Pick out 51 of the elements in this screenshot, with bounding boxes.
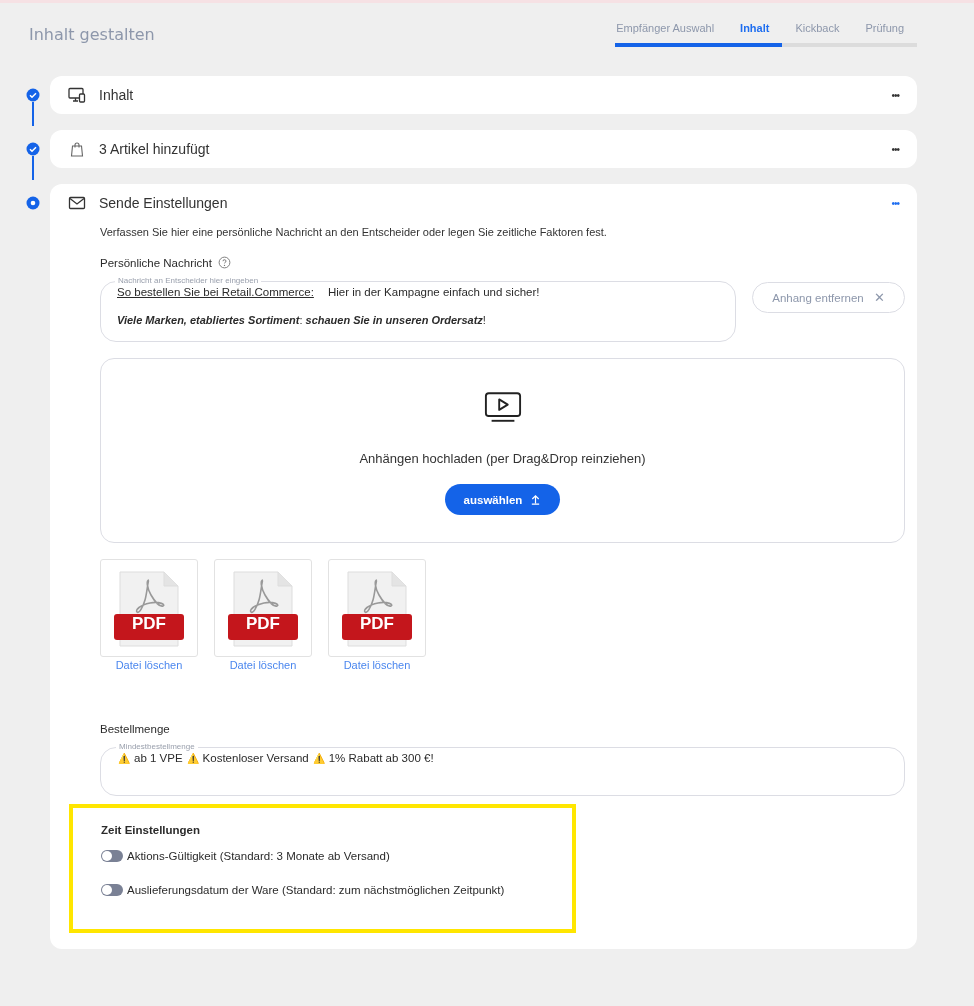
message-text: Viele Marken, etabliertes Sortiment: schauen Sie in unseren Ordersatz! — [117, 314, 486, 326]
pdf-file-icon — [342, 570, 412, 648]
order-condition: 1% Rabatt ab 300 €! — [328, 752, 434, 764]
warning-icon: ⚠ — [118, 752, 130, 764]
toggle-switch[interactable] — [101, 884, 123, 896]
mail-icon — [68, 195, 86, 211]
step-title: Sende Einstellungen — [99, 195, 229, 211]
warning-icon: ⚠ — [186, 752, 199, 764]
video-icon — [483, 391, 522, 424]
intro-text: Verfassen Sie hier eine persönliche Nachricht an den Entscheider oder legen Sie zeitliche Faktoren fest. — [100, 226, 608, 238]
message-link[interactable]: So bestellen Sie bei Retail.Commerce: — [117, 286, 314, 298]
message-field[interactable]: Nachricht an Entscheider hier eingeben So bestellen Sie bei Retail.Commerce: Hier in der Kampagne einfach und sicher! Viele Marken, etabliertes Sortiment: schauen Sie in unseren Ordersatz! — [100, 276, 736, 342]
field-label: Persönliche Nachricht — [100, 256, 212, 269]
order-field[interactable]: Mindestbestellmenge ⚠ ab 1 VPE ⚠ Kostenloser Versand ⚠ 1% Rabatt ab 300 €! — [100, 742, 905, 796]
choose-button[interactable]: auswählen — [445, 484, 560, 515]
upload-hint: Anhängen hochladen (per Drag&Drop reinziehen) — [359, 451, 646, 466]
step-tab[interactable]: Prüfung — [852, 20, 917, 47]
bag-icon — [68, 141, 86, 157]
delete-file-link[interactable]: Datei löschen — [229, 659, 297, 671]
delete-file-link[interactable]: Datei löschen — [343, 659, 411, 671]
help-icon — [217, 256, 231, 269]
timeline-connector — [32, 102, 34, 126]
step-title: 3 Artikel hinzufügt — [99, 141, 211, 157]
pdf-file-icon — [228, 570, 298, 648]
timeline-connector — [32, 156, 34, 180]
section-label: Bestellmenge — [100, 723, 171, 735]
order-condition: ab 1 VPE — [134, 752, 183, 764]
pdf-file-icon — [114, 570, 184, 648]
more-button[interactable]: ••• — [891, 197, 899, 209]
devices-icon — [68, 87, 86, 103]
section-title: Zeit Einstellungen — [101, 824, 202, 836]
step-title: Inhalt — [99, 87, 135, 103]
toggle-switch[interactable] — [101, 850, 123, 862]
step-tab[interactable]: Empfänger Auswahl — [615, 20, 728, 47]
more-button[interactable]: ••• — [891, 89, 899, 101]
delete-file-link[interactable]: Datei löschen — [115, 659, 183, 671]
upload-icon — [530, 494, 542, 505]
step-tab[interactable]: Kickback — [782, 20, 853, 47]
order-condition: Kostenloser Versand — [202, 752, 309, 764]
toggle-label: Auslieferungsdatum der Ware (Standard: zum nächstmöglichen Zeitpunkt) — [127, 884, 505, 896]
step-tab[interactable]: Inhalt — [727, 20, 783, 47]
toggle-label: Aktions-Gültigkeit (Standard: 3 Monate ab Versand) — [127, 850, 390, 862]
message-text: Hier in der Kampagne einfach und sicher! — [327, 286, 540, 298]
pdf-label: PDF — [131, 614, 167, 634]
pdf-label: PDF — [359, 614, 395, 634]
upload-dropzone[interactable]: Anhängen hochladen (per Drag&Drop reinziehen) auswählen — [100, 358, 905, 543]
pdf-label: PDF — [245, 614, 281, 634]
more-button[interactable]: ••• — [891, 143, 899, 155]
page-title: Inhalt gestalten — [29, 24, 155, 44]
warning-icon: ⚠ — [312, 752, 325, 764]
remove-attachment-button[interactable]: Anhang entfernen ✕ — [752, 282, 905, 313]
